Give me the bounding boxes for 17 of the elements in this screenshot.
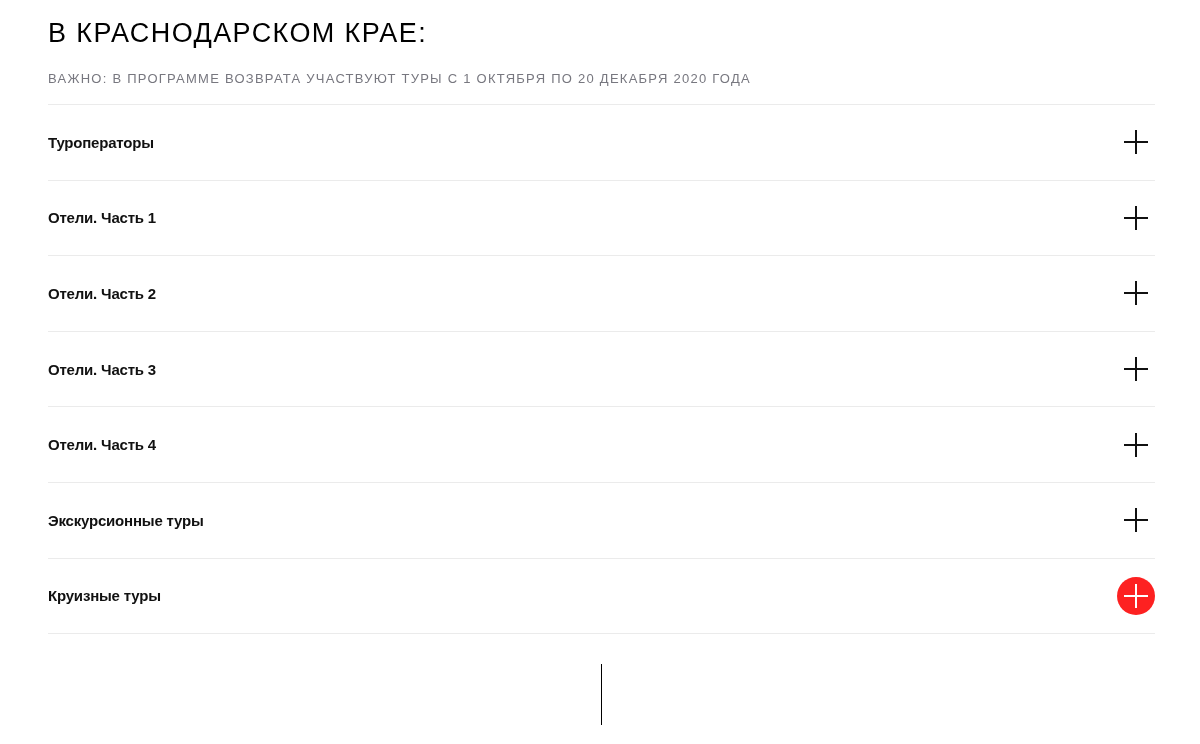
- plus-icon: [1124, 130, 1148, 155]
- plus-icon: [1124, 583, 1148, 608]
- accordion-title[interactable]: Круизные туры: [48, 587, 161, 605]
- plus-icon: [1124, 205, 1148, 230]
- section-title: В КРАСНОДАРСКОМ КРАЕ:: [48, 17, 429, 50]
- accordion-title[interactable]: Отели. Часть 3: [48, 360, 156, 378]
- plus-icon: [1124, 357, 1148, 382]
- plus-icon: [1124, 508, 1148, 533]
- plus-icon: [1124, 432, 1148, 457]
- vertical-line: [601, 664, 602, 726]
- accordion-title[interactable]: Экскурсионные туры: [48, 511, 204, 529]
- accordion-title[interactable]: Отели. Часть 2: [48, 285, 156, 302]
- note-text: ВАЖНО: В ПРОГРАММЕ ВОЗВРАТА УЧАСТВУЮТ ТУРЫ С 1 ОКТЯБРЯ ПО 20 ДЕКАБРЯ 2020 ГОДА: [48, 70, 752, 88]
- accordion-title[interactable]: Отели. Часть 4: [48, 436, 156, 454]
- accordion-title[interactable]: Отели. Часть 1: [48, 209, 156, 227]
- plus-icon: [1124, 281, 1148, 306]
- accordion-title[interactable]: Туроператоры: [48, 133, 154, 151]
